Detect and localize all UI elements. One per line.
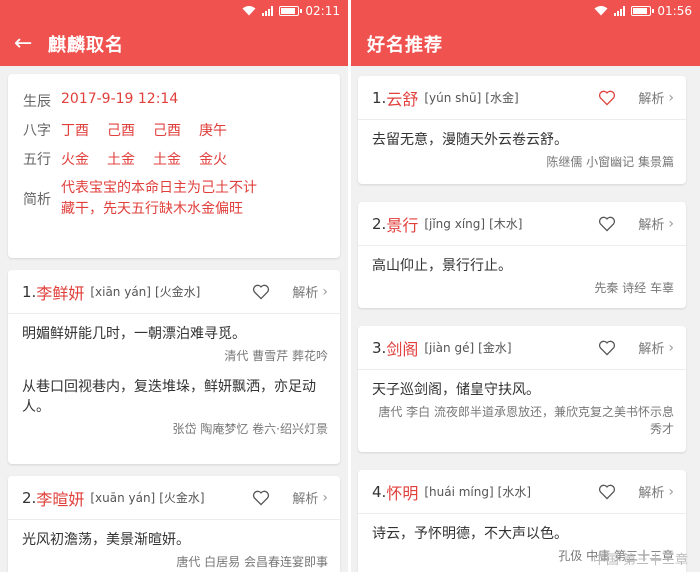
name-text: 景行 xyxy=(386,215,419,235)
signal-icon xyxy=(262,6,274,16)
wuxing-tag: [水水] xyxy=(497,485,532,499)
pinyin: [jǐng xíng] xyxy=(424,216,486,231)
heart-icon[interactable] xyxy=(598,90,616,106)
name-text: 怀明 xyxy=(386,483,419,503)
name-card[interactable]: 3. 剑阁 [jiàn gé] [金水] 解析 › 天子巡剑阁，储皇守扶风。 唐… xyxy=(358,326,686,452)
name-text: 剑阁 xyxy=(386,339,419,359)
analysis-link[interactable]: 解析 xyxy=(292,282,318,301)
quote-source: 唐代 白居易 会昌春连宴即事 xyxy=(176,555,328,569)
name-card-header: 1. 李鲜妍 [xiān yán] [火金水] 解析 › xyxy=(8,270,340,314)
left-screen: 02:11 ← 麒麟取名 生辰 2017-9-19 12:14 八字 丁酉 己酉… xyxy=(0,0,348,572)
battery-icon xyxy=(631,6,655,16)
name-card[interactable]: 2. 景行 [jǐng xíng] [木水] 解析 › 高山仰止，景行行止。 先… xyxy=(358,202,686,308)
heart-icon[interactable] xyxy=(598,216,616,232)
quote-source: 唐代 李白 流夜郎半道承恩放还，兼欣克复之美书怀示息秀才 xyxy=(378,405,674,436)
wuxing-tag: [水金] xyxy=(485,91,519,105)
page-title: 麒麟取名 xyxy=(48,35,124,56)
wuxing-tag: [木水] xyxy=(489,217,523,231)
signal-icon xyxy=(614,6,626,16)
quote-source: 张岱 陶庵梦忆 卷六·绍兴灯景 xyxy=(172,422,328,436)
watermark: 中国 第三十三章 xyxy=(592,553,688,568)
analysis-text: 代表宝宝的本命日主为己土不计藏干，先天五行缺木水金偏旺 xyxy=(61,180,257,217)
name-text: 云舒 xyxy=(386,89,419,109)
wuxing-tag: [火金水] xyxy=(154,285,201,299)
chevron-right-icon: › xyxy=(322,283,328,300)
wuxing-tag: [火金水] xyxy=(159,491,205,505)
quote-source: 陈继儒 小窗幽记 集景篇 xyxy=(546,155,674,169)
wuxing-row: 五行 火金 土金 土金 金火 xyxy=(23,152,227,168)
chevron-right-icon: › xyxy=(668,483,674,500)
screens: 02:11 ← 麒麟取名 生辰 2017-9-19 12:14 八字 丁酉 己酉… xyxy=(0,0,700,572)
analysis-row: 简析 代表宝宝的本命日主为己土不计藏干，先天五行缺木水金偏旺 xyxy=(23,178,340,220)
name-card-header: 2. 景行 [jǐng xíng] [木水] 解析 › xyxy=(358,202,686,246)
birth-info-card: 生辰 2017-9-19 12:14 八字 丁酉 己酉 己酉 庚午 五行 火金 … xyxy=(8,74,340,258)
status-time: 02:11 xyxy=(305,4,340,18)
analysis-link[interactable]: 解析 xyxy=(638,482,664,501)
chevron-right-icon: › xyxy=(322,489,328,506)
status-bar: 01:56 xyxy=(351,0,700,22)
quote-source: 清代 曹雪芹 葬花吟 xyxy=(224,349,328,363)
name-card-header: 4. 怀明 [huái míng] [水水] 解析 › xyxy=(358,470,686,514)
pinyin: [xuān yán] xyxy=(90,490,156,505)
arrow-left-icon[interactable]: ← xyxy=(14,33,48,55)
quote-text: 诗云，予怀明德，不大声以色。 xyxy=(372,526,568,542)
app-bar: 好名推荐 xyxy=(351,22,700,66)
wifi-icon xyxy=(594,5,608,18)
analysis-link[interactable]: 解析 xyxy=(638,338,664,357)
chevron-right-icon: › xyxy=(668,215,674,232)
heart-icon[interactable] xyxy=(598,484,616,500)
right-screen: 01:56 好名推荐 1. 云舒 [yún shū] [水金] 解析 › 去留无… xyxy=(351,0,700,572)
quote-text: 天子巡剑阁，储皇守扶风。 xyxy=(372,382,540,398)
name-text: 李鲜妍 xyxy=(36,283,85,303)
pinyin: [yún shū] xyxy=(424,90,482,105)
quote-text: 光风初澹荡，美景渐暄妍。 xyxy=(22,532,190,548)
birth-row: 生辰 2017-9-19 12:14 xyxy=(23,91,179,110)
bazi-row: 八字 丁酉 己酉 己酉 庚午 xyxy=(23,123,227,139)
quote-text: 从巷口回视巷内，复迭堆垛，鲜妍飘洒，亦足动人。 xyxy=(22,379,316,415)
heart-icon[interactable] xyxy=(252,284,270,300)
analysis-link[interactable]: 解析 xyxy=(292,488,318,507)
quote-source: 先秦 诗经 车辜 xyxy=(594,281,674,295)
analysis-link[interactable]: 解析 xyxy=(638,88,664,107)
name-card-header: 2. 李暄妍 [xuān yán] [火金水] 解析 › xyxy=(8,476,340,520)
page-title: 好名推荐 xyxy=(367,35,443,56)
name-card[interactable]: 2. 李暄妍 [xuān yán] [火金水] 解析 › 光风初澹荡，美景渐暄妍… xyxy=(8,476,340,572)
wifi-icon xyxy=(242,5,256,18)
pinyin: [huái míng] xyxy=(424,484,494,499)
name-card-header: 1. 云舒 [yún shū] [水金] 解析 › xyxy=(358,76,686,120)
birth-date: 2017-9-19 12:14 xyxy=(61,91,179,107)
name-card-header: 3. 剑阁 [jiàn gé] [金水] 解析 › xyxy=(358,326,686,370)
heart-icon[interactable] xyxy=(252,490,270,506)
status-bar: 02:11 xyxy=(0,0,348,22)
chevron-right-icon: › xyxy=(668,339,674,356)
pinyin: [jiàn gé] xyxy=(424,340,475,355)
heart-icon[interactable] xyxy=(598,340,616,356)
name-text: 李暄妍 xyxy=(36,489,85,509)
quote-text: 高山仰止，景行行止。 xyxy=(372,258,512,274)
quote-text: 明媚鲜妍能几时，一朝漂泊难寻觅。 xyxy=(22,326,246,342)
analysis-link[interactable]: 解析 xyxy=(638,214,664,233)
name-card[interactable]: 1. 李鲜妍 [xiān yán] [火金水] 解析 › 明媚鲜妍能几时，一朝漂… xyxy=(8,270,340,464)
status-time: 01:56 xyxy=(657,4,692,18)
name-card[interactable]: 1. 云舒 [yún shū] [水金] 解析 › 去留无意，漫随天外云卷云舒。… xyxy=(358,76,686,184)
app-bar: ← 麒麟取名 xyxy=(0,22,348,66)
pinyin: [xiān yán] xyxy=(90,284,151,299)
battery-icon xyxy=(279,6,303,16)
chevron-right-icon: › xyxy=(668,89,674,106)
quote-text: 去留无意，漫随天外云卷云舒。 xyxy=(372,132,568,148)
wuxing-tag: [金水] xyxy=(478,341,512,355)
